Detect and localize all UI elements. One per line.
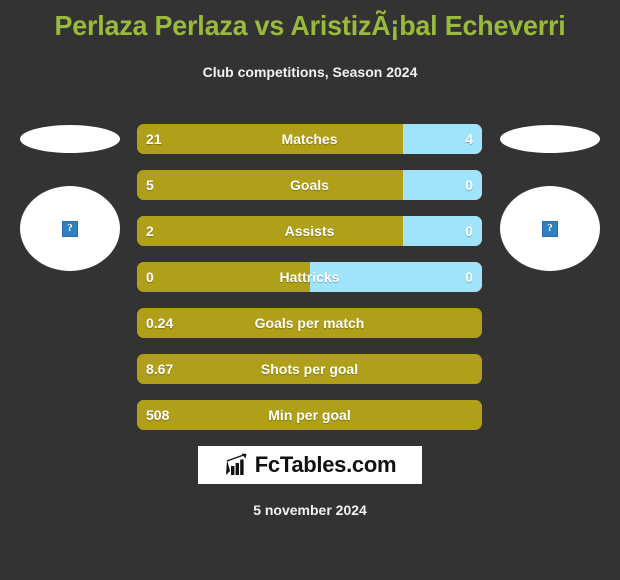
stat-label: Hattricks xyxy=(279,269,340,285)
stat-row: 5 Goals 0 xyxy=(137,170,482,200)
flag-icon-right xyxy=(500,125,600,153)
stat-comparison-list: 21 Matches 4 5 Goals 0 2 Assists 0 0 Hattricks 0 0.2… xyxy=(137,124,482,446)
report-date: 5 november 2024 xyxy=(253,502,367,518)
stat-row: 508 Min per goal xyxy=(137,400,482,430)
page-title: Perlaza Perlaza vs AristizÃ¡bal Echeverr… xyxy=(54,10,566,41)
stat-label: Goals per match xyxy=(254,315,365,331)
broken-image-glyph-left: ? xyxy=(67,222,73,234)
flag-icon-left xyxy=(20,125,120,153)
stat-label: Min per goal xyxy=(268,407,351,423)
stat-row: 0 Hattricks 0 xyxy=(137,262,482,292)
avatar-right: ? xyxy=(500,186,600,271)
infographic-page: Perlaza Perlaza vs AristizÃ¡bal Echeverr… xyxy=(0,0,620,580)
stat-value-right: 0 xyxy=(465,269,473,285)
stat-label: Shots per goal xyxy=(260,361,359,377)
stat-value-right: 0 xyxy=(465,223,473,239)
page-subtitle: Club competitions, Season 2024 xyxy=(202,64,418,80)
stat-value-right: 4 xyxy=(465,131,473,147)
player-left-panel: ? xyxy=(0,118,140,271)
broken-image-icon-left: ? xyxy=(62,220,78,237)
stat-row: 2 Assists 0 xyxy=(137,216,482,246)
stat-row: 8.67 Shots per goal xyxy=(137,354,482,384)
broken-image-glyph-right: ? xyxy=(547,222,553,234)
broken-image-icon-right: ? xyxy=(542,220,558,237)
fctables-logo[interactable]: FcTables.com xyxy=(198,446,422,484)
stat-label: Assists xyxy=(284,223,335,239)
fctables-logo-text: FcTables.com xyxy=(254,452,397,477)
stat-row: 21 Matches 4 xyxy=(137,124,482,154)
stat-label: Goals xyxy=(290,177,329,193)
stat-row: 0.24 Goals per match xyxy=(137,308,482,338)
bar-chart-arrow-icon xyxy=(225,453,247,475)
stat-label: Matches xyxy=(281,131,338,147)
player-right-panel: ? xyxy=(480,118,620,271)
stat-value-right: 0 xyxy=(465,177,473,193)
avatar-left: ? xyxy=(20,186,120,271)
